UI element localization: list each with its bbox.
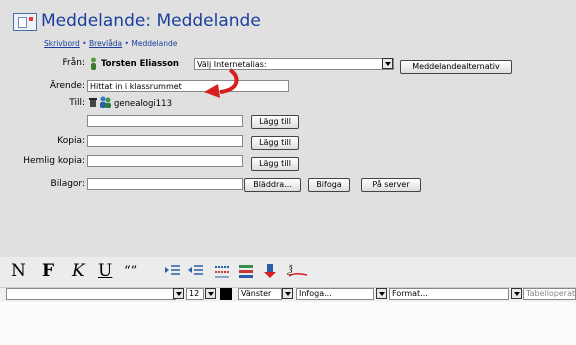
indent-icon[interactable] xyxy=(165,263,181,279)
insert-select[interactable]: Infoga... xyxy=(296,288,374,300)
insert-select-arrow[interactable] xyxy=(376,288,387,299)
on-server-button[interactable]: På server xyxy=(361,178,421,192)
format-select-arrow[interactable] xyxy=(511,288,522,299)
subject-input[interactable]: Hittat in i klassrummet xyxy=(87,80,289,92)
quote-button[interactable]: “” xyxy=(124,264,137,279)
attachment-file-input[interactable] xyxy=(87,178,243,190)
attach-button[interactable]: Bifoga xyxy=(308,178,350,192)
color-swatch[interactable] xyxy=(220,288,232,300)
add-cc-button[interactable]: Lägg till xyxy=(251,136,299,150)
font-size-arrow[interactable] xyxy=(205,288,216,299)
breadcrumb-brevlada[interactable]: Brevlåda xyxy=(89,39,122,48)
breadcrumb-skrivbord[interactable]: Skrivbord xyxy=(44,39,80,48)
font-select-arrow[interactable] xyxy=(173,288,184,299)
cc-label: Kopia: xyxy=(57,136,85,146)
table-ops-select[interactable]: Tabelloperat xyxy=(523,288,576,300)
group-icon xyxy=(100,96,111,108)
to-label: Till: xyxy=(69,98,85,108)
bcc-label: Hemlig kopia: xyxy=(23,156,85,166)
breadcrumb-current: Meddelande xyxy=(131,39,178,48)
to-recipient: genealogi113 xyxy=(114,99,172,109)
from-name: Torsten Eliasson xyxy=(101,59,179,69)
from-label: Från: xyxy=(62,58,85,68)
outdent-icon[interactable] xyxy=(188,263,204,279)
italic-button[interactable]: K xyxy=(72,261,85,281)
text-color-icon[interactable] xyxy=(262,263,278,279)
font-size-select[interactable]: 12 xyxy=(186,288,204,300)
to-input[interactable] xyxy=(87,115,243,127)
bold-alt-button[interactable]: F xyxy=(42,261,54,281)
message-body-editor[interactable] xyxy=(0,302,576,345)
cc-input[interactable] xyxy=(87,135,243,147)
breadcrumb: Skrivbord • Brevlåda • Meddelande xyxy=(44,39,178,48)
align-select[interactable]: Vänster xyxy=(238,288,282,300)
spell-check-icon[interactable]: Ѯ xyxy=(287,263,309,279)
sender-person-icon xyxy=(91,57,96,70)
message-icon xyxy=(13,13,37,31)
add-bcc-button[interactable]: Lägg till xyxy=(251,157,299,171)
numbered-list-icon[interactable] xyxy=(238,263,254,279)
format-select[interactable]: Format... xyxy=(389,288,509,300)
bold-button[interactable]: N xyxy=(11,261,26,281)
red-arrow-annotation xyxy=(204,68,239,98)
bullet-list-icon[interactable] xyxy=(214,263,230,279)
page-title: Meddelande: Meddelande xyxy=(41,11,261,31)
subject-label: Ärende: xyxy=(49,81,85,91)
attachments-label: Bilagor: xyxy=(50,179,85,189)
underline-button[interactable]: U xyxy=(98,261,112,281)
trash-icon[interactable] xyxy=(88,97,98,107)
add-to-button[interactable]: Lägg till xyxy=(251,115,299,129)
font-select[interactable] xyxy=(6,288,176,300)
alias-dropdown-arrow[interactable] xyxy=(382,58,393,69)
message-options-button[interactable]: Meddelandealternativ xyxy=(400,60,512,74)
bcc-input[interactable] xyxy=(87,155,243,167)
align-select-arrow[interactable] xyxy=(282,288,293,299)
browse-button[interactable]: Bläddra... xyxy=(244,178,301,192)
